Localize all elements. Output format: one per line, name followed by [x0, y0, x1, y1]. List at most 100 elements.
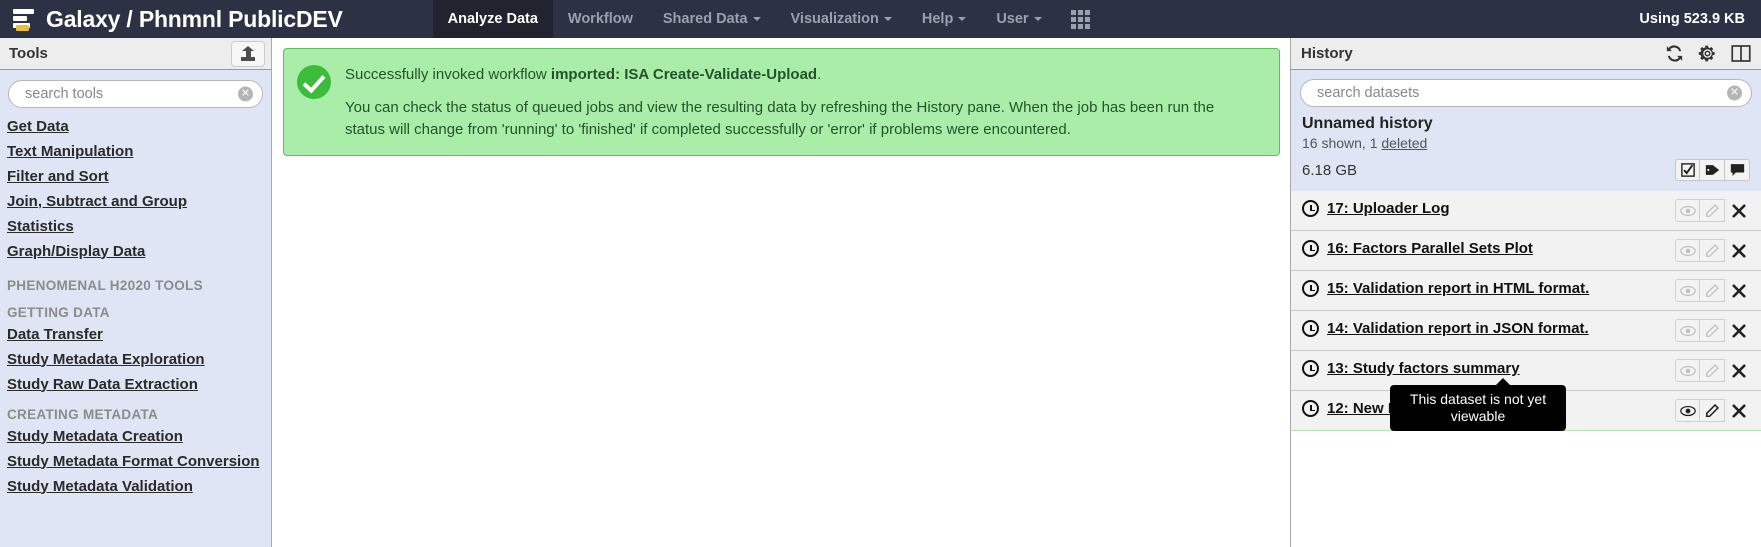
tool-link-study-metadata-creation[interactable]: Study Metadata Creation: [0, 424, 271, 449]
gear-icon[interactable]: [1698, 44, 1717, 63]
tool-link-study-metadata-validation[interactable]: Study Metadata Validation: [0, 474, 271, 499]
close-x-icon[interactable]: [1725, 319, 1752, 342]
eye-icon[interactable]: [1675, 239, 1700, 262]
dataset-actions: [1675, 239, 1752, 262]
chevron-down-icon: [883, 17, 892, 21]
clock-icon: [1302, 320, 1319, 337]
galaxy-app: Galaxy / Phnmnl PublicDEV Analyze Data W…: [0, 0, 1761, 547]
alert-body: You can check the status of queued jobs …: [345, 99, 1215, 138]
annotation-icon[interactable]: [1725, 159, 1750, 181]
nav-workflow[interactable]: Workflow: [553, 0, 648, 38]
clock-icon: [1302, 240, 1319, 257]
dataset-title[interactable]: 16: Factors Parallel Sets Plot: [1327, 239, 1675, 259]
dataset-title[interactable]: 15: Validation report in HTML format.: [1327, 279, 1675, 299]
tool-search-box[interactable]: ✕: [8, 80, 263, 108]
tool-section-getting-data: GETTING DATA: [7, 305, 110, 320]
chevron-down-icon: [752, 17, 761, 21]
apps-grid-icon[interactable]: [1057, 0, 1104, 38]
tools-panel-header: Tools: [0, 38, 271, 70]
history-header-icons: [1665, 44, 1751, 63]
eye-icon[interactable]: [1675, 199, 1700, 222]
dataset-actions: [1675, 359, 1752, 382]
pencil-icon[interactable]: [1700, 359, 1725, 382]
tool-link-study-metadata-format-conversion[interactable]: Study Metadata Format Conversion: [0, 449, 271, 474]
clear-circle-icon[interactable]: ✕: [1727, 85, 1742, 101]
dataset-title[interactable]: 17: Uploader Log: [1327, 199, 1675, 219]
pencil-icon[interactable]: [1700, 319, 1725, 342]
table-row[interactable]: 14: Validation report in JSON format.: [1291, 311, 1761, 351]
tool-link-get-data[interactable]: Get Data: [0, 114, 271, 139]
tools-panel: Tools ✕ Get Data Text Manipulation Filte…: [0, 38, 272, 547]
history-counts: 16 shown, 1 deleted: [1300, 133, 1752, 151]
dataset-title[interactable]: 13: Study factors summary: [1327, 359, 1675, 379]
tool-link-filter-and-sort[interactable]: Filter and Sort: [0, 164, 271, 189]
nav-help[interactable]: Help: [907, 0, 981, 38]
nav-user[interactable]: User: [981, 0, 1056, 38]
clear-circle-icon[interactable]: ✕: [238, 86, 253, 102]
masthead: Galaxy / Phnmnl PublicDEV Analyze Data W…: [0, 0, 1761, 38]
brand-title: Galaxy / Phnmnl PublicDEV: [46, 5, 343, 32]
upload-icon: [240, 45, 256, 62]
alert-headline-suffix: .: [817, 66, 822, 83]
upload-button[interactable]: [231, 40, 265, 67]
pencil-icon[interactable]: [1700, 399, 1725, 422]
history-deleted-link[interactable]: deleted: [1381, 135, 1427, 151]
pencil-icon[interactable]: [1700, 279, 1725, 302]
close-x-icon[interactable]: [1725, 279, 1752, 302]
nav-analyze-data[interactable]: Analyze Data: [432, 0, 553, 38]
tool-link-study-metadata-exploration[interactable]: Study Metadata Exploration: [0, 347, 271, 372]
tool-section-creating-metadata: CREATING METADATA: [7, 407, 159, 422]
tool-list: Get Data Text Manipulation Filter and So…: [0, 114, 271, 499]
history-size-row: 6.18 GB: [1300, 151, 1752, 181]
galaxy-bars-logo-icon: [12, 8, 35, 31]
eye-icon[interactable]: [1675, 399, 1700, 422]
tool-link-text-manipulation[interactable]: Text Manipulation: [0, 139, 271, 164]
table-row[interactable]: 16: Factors Parallel Sets Plot: [1291, 231, 1761, 271]
eye-icon[interactable]: [1675, 279, 1700, 302]
nav-help-label: Help: [921, 11, 954, 27]
center-panel: Successfully invoked workflow imported: …: [273, 38, 1290, 547]
tag-icon[interactable]: [1700, 159, 1725, 181]
select-checkbox-icon[interactable]: [1675, 159, 1700, 181]
dataset-actions: [1675, 399, 1752, 422]
chevron-down-icon: [1033, 17, 1042, 21]
history-panel-title: History: [1301, 45, 1353, 62]
dataset-title[interactable]: 14: Validation report in JSON format.: [1327, 319, 1675, 339]
history-panel-header: History: [1291, 38, 1761, 70]
dataset-actions: [1675, 199, 1752, 222]
eye-icon[interactable]: [1675, 319, 1700, 342]
history-summary: ✕ Unnamed history 16 shown, 1 deleted 6.…: [1291, 70, 1761, 191]
tool-link-statistics[interactable]: Statistics: [0, 214, 271, 239]
tool-link-join-subtract-and-group[interactable]: Join, Subtract and Group: [0, 189, 271, 214]
tool-link-study-raw-data-extraction[interactable]: Study Raw Data Extraction: [0, 372, 271, 397]
pencil-icon[interactable]: [1700, 199, 1725, 222]
nav-shared-data[interactable]: Shared Data: [648, 0, 776, 38]
tools-body: ✕ Get Data Text Manipulation Filter and …: [0, 70, 271, 499]
eye-icon[interactable]: [1675, 359, 1700, 382]
nav-analyze-data-label: Analyze Data: [447, 11, 538, 27]
brand[interactable]: Galaxy / Phnmnl PublicDEV: [0, 0, 357, 38]
usage-label: Using 523.9 KB: [1639, 11, 1745, 27]
history-name: Unnamed history: [1302, 115, 1433, 132]
tool-section-phenomenal-h2020: PHENOMENAL H2020 TOOLS: [7, 278, 203, 293]
history-panel: History ✕ Unnamed: [1290, 38, 1761, 547]
table-row[interactable]: 15: Validation report in HTML format.: [1291, 271, 1761, 311]
tool-link-graph-display-data[interactable]: Graph/Display Data: [0, 239, 271, 264]
pencil-icon[interactable]: [1700, 239, 1725, 262]
tools-panel-title: Tools: [9, 45, 48, 62]
close-x-icon[interactable]: [1725, 359, 1752, 382]
table-row[interactable]: 17: Uploader Log: [1291, 191, 1761, 231]
columns-icon[interactable]: [1731, 44, 1751, 63]
history-size: 6.18 GB: [1302, 161, 1358, 179]
search-tools-input[interactable]: [9, 81, 262, 107]
close-x-icon[interactable]: [1725, 199, 1752, 222]
close-x-icon[interactable]: [1725, 239, 1752, 262]
close-x-icon[interactable]: [1725, 399, 1752, 422]
dataset-actions: [1675, 319, 1752, 342]
nav-visualization[interactable]: Visualization: [776, 0, 907, 38]
tool-link-data-transfer[interactable]: Data Transfer: [0, 322, 271, 347]
search-datasets-input[interactable]: [1301, 80, 1751, 106]
refresh-icon[interactable]: [1665, 44, 1684, 63]
history-search-box[interactable]: ✕: [1300, 79, 1752, 107]
workflow-success-alert: Successfully invoked workflow imported: …: [283, 48, 1280, 156]
